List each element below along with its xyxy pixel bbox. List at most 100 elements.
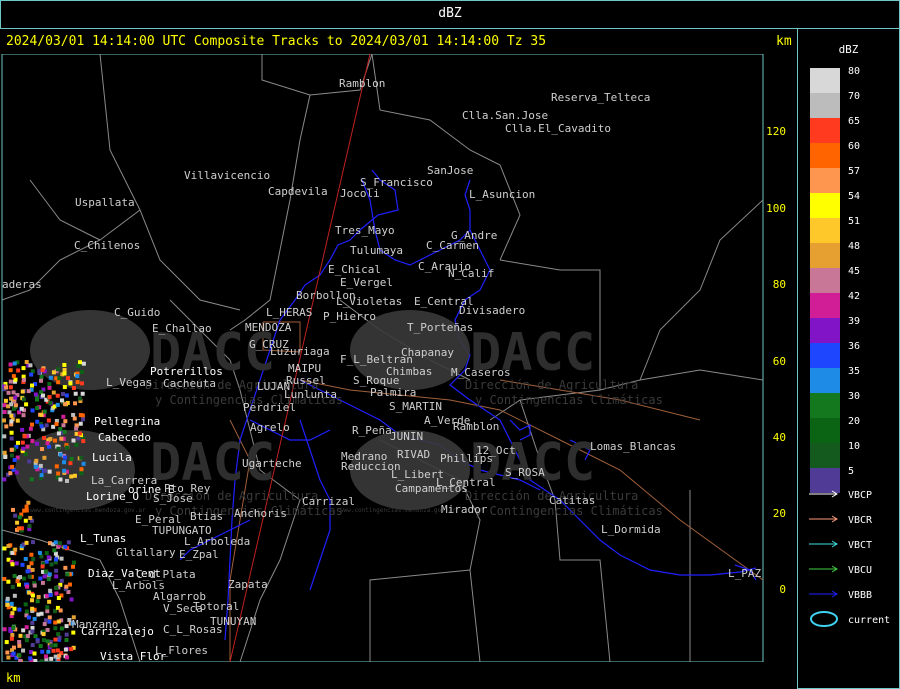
radar-echo-pixel: [41, 638, 46, 643]
current-legend-label: current: [848, 615, 890, 626]
place-label: R_Peña: [352, 424, 392, 437]
radar-echo-pixel: [3, 454, 8, 459]
radar-echo-pixel: [23, 602, 28, 607]
km-unit-label: km: [776, 34, 792, 49]
radar-echo-pixel: [10, 633, 15, 638]
window-title: dBZ: [438, 6, 462, 21]
radar-echo-pixel: [41, 632, 46, 637]
radar-echo-pixel: [30, 606, 35, 611]
place-label: Ramblon: [453, 420, 499, 433]
radar-echo-pixel: [56, 431, 61, 436]
radar-echo-pixel: [42, 622, 47, 627]
place-label: Uspallata: [75, 196, 135, 209]
legend-swatch: [810, 143, 840, 168]
radar-echo-pixel: [70, 564, 75, 569]
legend-value: 57: [848, 166, 861, 177]
radar-echo-pixel: [80, 391, 85, 396]
y-tick-label: 80: [773, 278, 786, 291]
radar-echo-pixel: [63, 544, 68, 549]
radar-echo-pixel: [20, 440, 25, 445]
radar-echo-pixel: [43, 569, 48, 574]
radar-echo-pixel: [67, 582, 72, 587]
place-label: Totoral: [193, 600, 239, 613]
place-label: MENDOZA: [245, 321, 292, 334]
radar-echo-pixel: [2, 450, 7, 455]
place-label: Catitas: [549, 494, 595, 507]
radar-echo-pixel: [53, 620, 58, 625]
radar-echo-pixel: [57, 653, 62, 658]
radar-echo-pixel: [77, 431, 82, 436]
radar-echo-pixel: [69, 474, 74, 479]
radar-echo-pixel: [29, 552, 34, 557]
radar-echo-pixel: [13, 513, 18, 518]
place-label: L_Asuncion: [469, 188, 535, 201]
legend-value: 39: [848, 316, 861, 327]
radar-echo-pixel: [15, 418, 20, 423]
radar-echo-pixel: [62, 362, 67, 367]
radar-echo-pixel: [46, 577, 51, 582]
radar-echo-pixel: [53, 557, 58, 562]
radar-echo-pixel: [5, 602, 10, 607]
legend-value: 20: [848, 416, 861, 427]
radar-echo-pixel: [24, 540, 29, 545]
radar-echo-pixel: [27, 574, 32, 579]
legend-title: dBZ: [838, 43, 859, 56]
legend-swatch: [810, 93, 840, 118]
radar-echo-pixel: [73, 401, 78, 406]
radar-echo-pixel: [71, 630, 76, 635]
legend-value: 65: [848, 116, 861, 127]
radar-echo-pixel: [69, 647, 74, 652]
radar-echo-pixel: [64, 637, 69, 642]
radar-echo-pixel: [17, 515, 22, 520]
radar-echo-pixel: [26, 615, 31, 620]
legend-swatch: [810, 293, 840, 318]
radar-echo-pixel: [77, 396, 82, 401]
radar-echo-pixel: [5, 596, 10, 601]
radar-echo-pixel: [24, 504, 29, 509]
radar-echo-pixel: [59, 556, 64, 561]
radar-echo-pixel: [56, 619, 61, 624]
radar-echo-pixel: [28, 515, 33, 520]
radar-echo-pixel: [58, 608, 63, 613]
radar-map[interactable]: DACC DACC DACC DACC Dirección de Agricul…: [0, 54, 797, 662]
radar-echo-pixel: [51, 370, 56, 375]
radar-echo-pixel: [25, 634, 30, 639]
place-label: Russel: [286, 374, 326, 387]
place-label: RIVAD: [397, 448, 430, 461]
legend-value: 48: [848, 241, 861, 252]
place-label: C_Carmen: [426, 239, 479, 252]
radar-echo-pixel: [33, 658, 38, 662]
place-label: Carrizalejo: [81, 625, 154, 638]
radar-echo-pixel: [53, 540, 58, 545]
radar-echo-pixel: [26, 500, 31, 505]
radar-echo-pixel: [10, 562, 15, 567]
y-tick-label: 0: [779, 583, 786, 596]
x-axis-unit: km: [6, 671, 21, 685]
place-label: Chapanay: [401, 346, 454, 359]
radar-echo-pixel: [29, 561, 34, 566]
radar-echo-pixel: [24, 508, 29, 513]
radar-echo-pixel: [59, 436, 64, 441]
place-label: L_Tunas: [80, 532, 126, 545]
radar-echo-pixel: [71, 386, 76, 391]
radar-echo-pixel: [39, 424, 44, 429]
place-label: Btias: [190, 510, 223, 523]
radar-echo-pixel: [21, 377, 26, 382]
radar-echo-pixel: [4, 424, 9, 429]
radar-echo-pixel: [39, 378, 44, 383]
legend-swatch: [810, 268, 840, 293]
place-label: Ramblon: [339, 77, 385, 90]
radar-echo-pixel: [45, 639, 50, 644]
legend-value: 30: [848, 391, 861, 402]
place-label: L_Dormida: [601, 523, 661, 536]
place-label: Palmira: [370, 386, 416, 399]
radar-echo-pixel: [71, 412, 76, 417]
radar-echo-pixel: [22, 434, 27, 439]
place-label: S_ROSA: [505, 466, 545, 479]
radar-echo-pixel: [29, 477, 34, 482]
radar-echo-pixel: [9, 601, 14, 606]
radar-echo-pixel: [74, 442, 79, 447]
radar-echo-pixel: [64, 632, 69, 637]
legend-swatch: [810, 243, 840, 268]
radar-echo-pixel: [13, 395, 18, 400]
